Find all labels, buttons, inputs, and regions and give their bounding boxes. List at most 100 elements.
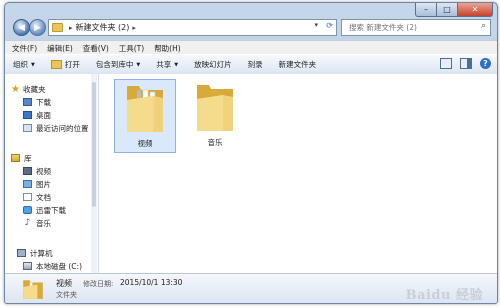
folder-icon <box>197 85 233 131</box>
hard-disk-icon <box>23 262 32 270</box>
details-name: 视频 <box>56 279 72 288</box>
close-button[interactable]: ✕ <box>458 3 493 17</box>
new-folder-button[interactable]: 新建文件夹 <box>271 59 325 70</box>
share-button[interactable]: 共享 ▼ <box>148 59 186 70</box>
search-icon[interactable]: ⌕ <box>481 21 486 31</box>
folder-item-music[interactable]: 音乐 <box>184 79 246 153</box>
view-options-icon[interactable] <box>440 58 452 69</box>
details-modified-label: 修改日期: <box>83 280 114 288</box>
file-list: 视频 音乐 <box>99 74 497 273</box>
nav-label: 计算机 <box>30 248 53 258</box>
preview-pane-icon[interactable] <box>460 58 472 69</box>
main-area: ★ 收藏夹 下载 桌面 最近访问的位置 库 视频 图片 文档 迅雷下载 ♪ 音乐… <box>5 74 497 273</box>
address-bar[interactable]: ▸ 新建文件夹 (2) ▸ ▾ ⟳ <box>48 19 337 36</box>
search-input[interactable] <box>347 22 471 33</box>
nav-label: 下载 <box>36 97 51 107</box>
view-controls: ? <box>440 58 491 69</box>
nav-label: 音乐 <box>36 218 51 228</box>
nav-label: 本地磁盘 (C:) <box>36 261 82 271</box>
open-button[interactable]: 打开 <box>43 59 88 70</box>
nav-pictures[interactable]: 图片 <box>23 178 51 190</box>
menu-edit[interactable]: 编辑(E) <box>42 43 78 54</box>
nav-desktop[interactable]: 桌面 <box>23 109 51 121</box>
organize-button[interactable]: 组织 ▼ <box>5 59 43 70</box>
folder-item-videos[interactable]: 视频 <box>114 79 176 153</box>
breadcrumb-arrow-icon[interactable]: ▸ <box>69 24 73 32</box>
folder-icon <box>23 280 43 299</box>
slideshow-button[interactable]: 放映幻灯片 <box>186 59 240 70</box>
recent-places-icon <box>23 124 32 132</box>
chevron-down-icon: ▼ <box>174 61 179 68</box>
nav-recent-places[interactable]: 最近访问的位置 <box>23 122 89 134</box>
nav-label: 收藏夹 <box>23 84 46 94</box>
caption-buttons: – □ ✕ <box>415 3 493 17</box>
library-icon <box>11 154 20 162</box>
menu-view[interactable]: 查看(V) <box>78 43 114 54</box>
nav-videos[interactable]: 视频 <box>23 165 51 177</box>
nav-label: 最近访问的位置 <box>36 123 89 133</box>
nav-label: 桌面 <box>36 110 51 120</box>
nav-local-disk[interactable]: 本地磁盘 (C:) <box>23 260 82 272</box>
back-button[interactable]: ◀ <box>13 19 30 36</box>
folder-open-icon <box>50 60 62 69</box>
watermark-logo: Baidu 经验 <box>405 288 483 303</box>
details-type: 文件夹 <box>56 291 77 299</box>
maximize-button[interactable]: □ <box>437 3 458 17</box>
nav-libraries[interactable]: 库 <box>11 152 32 164</box>
nav-music[interactable]: ♪ 音乐 <box>23 217 51 229</box>
organize-label: 组织 <box>13 60 28 69</box>
breadcrumb-arrow-icon[interactable]: ▸ <box>132 24 136 32</box>
nav-thunder-downloads[interactable]: 迅雷下载 <box>23 204 66 216</box>
menu-help[interactable]: 帮助(H) <box>149 43 186 54</box>
video-library-icon <box>23 167 32 175</box>
computer-icon <box>17 249 26 257</box>
share-label: 共享 <box>156 60 172 69</box>
nav-label: 视频 <box>36 166 51 176</box>
include-in-library-button[interactable]: 包含到库中 ▼ <box>88 59 148 70</box>
burn-label: 刻录 <box>247 60 263 69</box>
file-name: 音乐 <box>207 138 223 147</box>
forward-button[interactable]: ▶ <box>29 19 46 36</box>
open-label: 打开 <box>64 60 80 69</box>
details-pane: 视频 修改日期: 2015/10/1 13:30 文件夹 Baidu 经验 <box>5 273 497 303</box>
folder-icon <box>127 86 163 132</box>
chevron-down-icon: ▼ <box>31 61 35 68</box>
explorer-window: – □ ✕ ◀ ▶ ▸ 新建文件夹 (2) ▸ ▾ ⟳ ⌕ 文件(F) 编辑(E… <box>4 2 498 304</box>
nav-label: 图片 <box>36 179 51 189</box>
nav-documents[interactable]: 文档 <box>23 191 51 203</box>
search-box[interactable]: ⌕ <box>341 19 491 36</box>
nav-favorites[interactable]: ★ 收藏夹 <box>11 83 46 95</box>
music-note-icon: ♪ <box>23 218 32 228</box>
nav-label: 迅雷下载 <box>36 205 66 215</box>
menu-bar: 文件(F) 编辑(E) 查看(V) 工具(T) 帮助(H) <box>5 40 497 55</box>
desktop-icon <box>23 111 32 119</box>
nav-scrollbar[interactable] <box>91 74 97 273</box>
command-bar: 组织 ▼ 打开 包含到库中 ▼ 共享 ▼ 放映幻灯片 刻录 新建文件夹 ? <box>5 54 497 75</box>
download-folder-icon <box>23 98 32 106</box>
scrollbar-thumb[interactable] <box>92 82 96 207</box>
minimize-button[interactable]: – <box>415 3 437 17</box>
address-row: ◀ ▶ ▸ 新建文件夹 (2) ▸ ▾ ⟳ ⌕ <box>5 16 497 38</box>
folder-icon <box>52 23 63 32</box>
nav-label: 库 <box>24 153 32 163</box>
details-modified-date: 2015/10/1 13:30 <box>120 278 183 287</box>
burn-button[interactable]: 刻录 <box>240 59 271 70</box>
slideshow-label: 放映幻灯片 <box>194 60 232 69</box>
chevron-down-icon: ▼ <box>136 61 141 68</box>
menu-tools[interactable]: 工具(T) <box>114 43 149 54</box>
document-library-icon <box>23 193 32 201</box>
include-label: 包含到库中 <box>95 60 134 69</box>
chevron-down-icon[interactable]: ▾ <box>314 21 318 29</box>
help-icon[interactable]: ? <box>480 58 491 69</box>
menu-file[interactable]: 文件(F) <box>7 43 42 54</box>
thunder-icon <box>23 206 32 214</box>
star-icon: ★ <box>11 83 20 95</box>
picture-library-icon <box>23 180 32 188</box>
nav-computer[interactable]: 计算机 <box>17 247 53 259</box>
nav-label: 文档 <box>36 192 51 202</box>
breadcrumb[interactable]: 新建文件夹 (2) <box>76 22 130 33</box>
refresh-icon[interactable]: ⟳ <box>326 21 333 30</box>
new-folder-label: 新建文件夹 <box>278 60 317 69</box>
nav-downloads[interactable]: 下载 <box>23 96 51 108</box>
file-name: 视频 <box>137 139 153 148</box>
